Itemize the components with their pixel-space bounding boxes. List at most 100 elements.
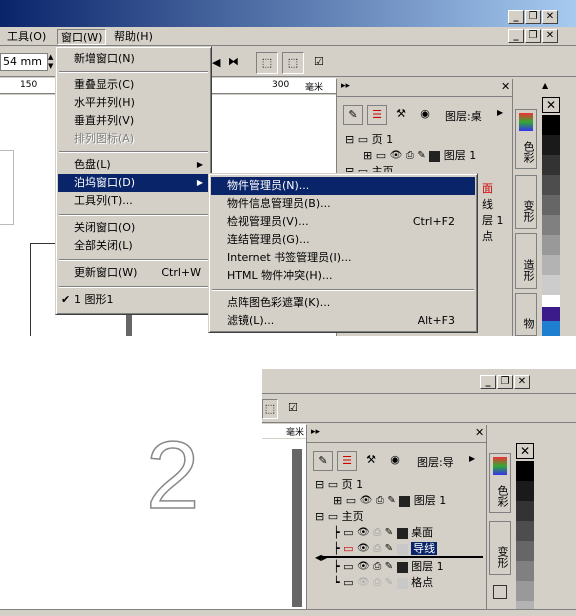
doc-minimize-button[interactable]: _	[480, 375, 496, 389]
select-all-icon[interactable]: ⬚	[262, 399, 278, 419]
swatch[interactable]	[516, 561, 534, 581]
menu-tools[interactable]: 工具(O)	[4, 29, 49, 45]
restore-button[interactable]: ❐	[525, 10, 541, 24]
swatch[interactable]	[542, 215, 560, 235]
swatch[interactable]	[542, 321, 560, 336]
visible-eye-icon[interactable]: 👁	[357, 559, 370, 575]
swatch[interactable]	[516, 581, 534, 601]
tree-layer-row[interactable]: ⊞ ▭ 👁 ⎙ ✎ 图层 1	[333, 493, 446, 509]
tree-master-row[interactable]: ⊟ ▭ 主页	[315, 509, 364, 525]
swatch[interactable]	[542, 307, 560, 321]
palette-up-icon[interactable]: ▲	[542, 81, 548, 90]
print-icon[interactable]: ⎙	[406, 148, 414, 164]
menu-item-cascade[interactable]: 重叠显示(C)	[58, 76, 209, 94]
menu-item-toolbars[interactable]: 工具列(T)...	[58, 192, 209, 210]
swatch[interactable]	[516, 541, 534, 561]
print-icon[interactable]: ⎙	[373, 559, 381, 575]
swatch[interactable]	[516, 481, 534, 501]
tree-layer-row[interactable]: ⊞ ▭ 👁 ⎙ ✎ 图层 1	[363, 148, 476, 164]
submenu-item-link-manager[interactable]: 连结管理员(G)...	[211, 231, 475, 249]
swatch[interactable]	[542, 115, 560, 135]
swatch[interactable]	[542, 135, 560, 155]
visible-eye-icon[interactable]: 👁	[357, 525, 370, 541]
edit-pencil-icon[interactable]: ✎	[385, 525, 393, 541]
menu-item-new-window[interactable]: 新增窗口(N)	[58, 50, 209, 68]
menu-help[interactable]: 帮助(H)	[111, 29, 156, 45]
tab-object[interactable]: 物	[515, 293, 537, 336]
submenu-item-bookmark-manager[interactable]: Internet 书签管理员(I)...	[211, 249, 475, 267]
tab-transform[interactable]: 变形	[489, 521, 511, 575]
print-icon[interactable]: ⎙	[373, 525, 381, 541]
swatch[interactable]	[516, 501, 534, 521]
drawing-canvas[interactable]	[262, 439, 306, 609]
submenu-item-object-manager[interactable]: 物件管理员(N)...	[211, 177, 475, 195]
edit-pencil-icon[interactable]: ✎	[385, 541, 393, 557]
tree-desktop-row[interactable]: ┝ ▭ 👁 ⎙ ✎ 桌面	[333, 525, 433, 541]
tab-shaping[interactable]: 造形	[515, 233, 537, 289]
checklist-icon[interactable]: ☑	[288, 401, 298, 414]
layer-dropdown-arrow-icon[interactable]: ▶	[469, 454, 475, 463]
tree-grid-row[interactable]: ┕ ▭ 👁 ⎙ ✎ 格点	[333, 575, 433, 591]
visible-eye-icon[interactable]: 👁	[390, 148, 403, 164]
collapse-icon[interactable]: ▸▸	[311, 427, 320, 437]
swatch[interactable]	[516, 521, 534, 541]
menu-item-tile-vertical[interactable]: 垂直并列(V)	[58, 112, 209, 130]
swatch[interactable]	[542, 195, 560, 215]
submenu-item-bitmap-color-mask[interactable]: 点阵图色彩遮罩(K)...	[211, 294, 475, 312]
swatch[interactable]	[542, 175, 560, 195]
menu-item-close-all[interactable]: 全部关闭(L)	[58, 237, 209, 255]
doc-restore-button[interactable]: ❐	[497, 375, 513, 389]
submenu-item-html-conflict[interactable]: HTML 物件冲突(H)...	[211, 267, 475, 285]
swatch[interactable]	[516, 601, 534, 609]
edit-pencil-icon[interactable]: ✎	[417, 148, 425, 164]
menu-item-tile-horizontal[interactable]: 水平并列(H)	[58, 94, 209, 112]
layer-manager-icon[interactable]: ⚒	[361, 451, 381, 471]
print-icon[interactable]: ⎙	[373, 575, 381, 591]
swatch[interactable]	[542, 255, 560, 275]
print-icon[interactable]: ⎙	[376, 493, 384, 509]
minimize-button[interactable]: _	[508, 10, 524, 24]
visible-eye-icon[interactable]: 👁	[360, 493, 373, 509]
no-color-swatch[interactable]: ✕	[516, 443, 534, 459]
checklist-icon[interactable]: ☑	[314, 55, 324, 68]
doc-minimize-button[interactable]: _	[508, 29, 524, 43]
size-field[interactable]: 54 mm	[0, 53, 48, 71]
visible-eye-icon[interactable]: 👁	[357, 575, 370, 591]
layer-dropdown-arrow-icon[interactable]: ▶	[497, 108, 503, 117]
tree-master-row[interactable]: ⊟ ▭ 主页	[345, 164, 394, 172]
menu-window[interactable]: 窗口(W)	[57, 29, 107, 45]
doc-close-button[interactable]: ✕	[542, 29, 558, 43]
print-icon[interactable]: ⎙	[373, 541, 381, 557]
swatch[interactable]	[516, 461, 534, 481]
tree-page-row[interactable]: ⊟ ▭ 页 1	[345, 132, 393, 148]
eye-icon[interactable]: ◉	[415, 105, 435, 125]
layers-list-icon[interactable]: ☰	[337, 451, 357, 471]
no-color-swatch[interactable]: ✕	[542, 97, 560, 113]
properties-icon[interactable]: ✎	[343, 105, 363, 125]
submenu-item-lenses[interactable]: 滤镜(L)... Alt+F3	[211, 312, 475, 330]
close-button[interactable]: ✕	[542, 10, 558, 24]
collapse-icon[interactable]: ▸▸	[341, 81, 350, 91]
menu-item-document-1[interactable]: ✔ 1 图形1	[58, 291, 209, 309]
visible-eye-icon[interactable]: 👁	[357, 541, 370, 557]
eye-icon[interactable]: ◉	[385, 451, 405, 471]
menu-item-dockers[interactable]: 泊坞窗口(D) ▶	[58, 174, 209, 192]
swatch[interactable]	[542, 235, 560, 255]
select-all-icon[interactable]: ⬚	[282, 52, 304, 74]
tab-transform[interactable]: 变形	[515, 175, 537, 229]
mirror-icon[interactable]: ◀	[212, 56, 220, 69]
edit-pencil-icon[interactable]: ✎	[385, 575, 393, 591]
menu-item-refresh-window[interactable]: 更新窗口(W) Ctrl+W	[58, 264, 209, 282]
tree-page-row[interactable]: ⊟ ▭ 页 1	[315, 477, 363, 493]
layers-list-icon[interactable]: ☰	[367, 105, 387, 125]
swatch[interactable]	[542, 155, 560, 175]
submenu-item-object-data-manager[interactable]: 物件信息管理员(B)...	[211, 195, 475, 213]
layer-manager-icon[interactable]: ⚒	[391, 105, 411, 125]
menu-item-close-window[interactable]: 关闭窗口(O)	[58, 219, 209, 237]
doc-close-button[interactable]: ✕	[514, 375, 530, 389]
swatch[interactable]	[542, 295, 560, 307]
swatch[interactable]	[542, 275, 560, 295]
doc-restore-button[interactable]: ❐	[525, 29, 541, 43]
submenu-item-view-manager[interactable]: 检视管理员(V)... Ctrl+F2	[211, 213, 475, 231]
tree-guides-row[interactable]: ┝ ▭ 👁 ⎙ ✎ 导线	[333, 541, 438, 557]
